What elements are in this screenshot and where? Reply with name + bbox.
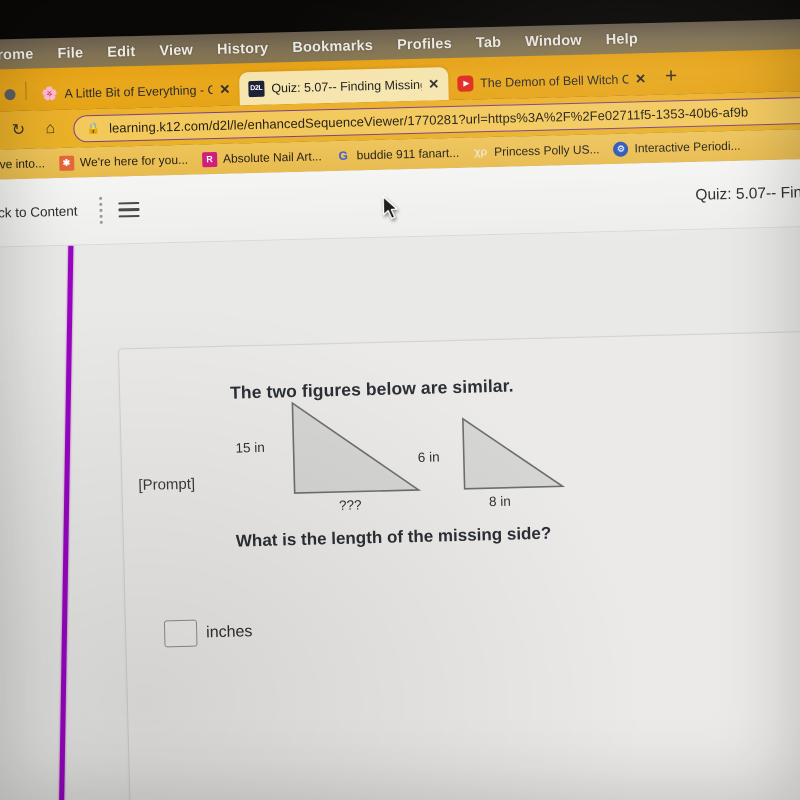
youtube-icon — [456, 74, 474, 92]
browser-tab-quiz-active[interactable]: D2L Quiz: 5.07-- Finding Missing D ✕ — [238, 67, 449, 106]
bookmark-label: buddie 911 fanart... — [356, 145, 460, 163]
back-icon[interactable]: ‹ — [0, 115, 2, 146]
tab-divider — [25, 81, 27, 100]
back-to-content-link[interactable]: Back to Content — [0, 203, 78, 220]
prompt-label: [Prompt] — [138, 475, 196, 495]
large-triangle-base-label: ??? — [338, 497, 362, 513]
profile-avatar-icon[interactable] — [4, 89, 16, 101]
hamburger-icon[interactable] — [118, 201, 140, 218]
menu-item-edit[interactable]: Edit — [107, 44, 136, 61]
bookmark-princess-polly-us[interactable]: χρ Princess Polly US... — [473, 142, 600, 160]
menu-item-tab[interactable]: Tab — [476, 35, 502, 52]
url-text: learning.k12.com/d2l/le/enhancedSequence… — [108, 103, 749, 136]
small-triangle-shape — [462, 417, 566, 490]
bookmark-buddie-911-fanart[interactable]: G buddie 911 fanart... — [336, 145, 460, 163]
answer-row: inches — [163, 618, 253, 648]
page-title: Quiz: 5.07-- Finding Missing Dimensio — [695, 180, 800, 204]
answer-unit-label: inches — [205, 622, 253, 641]
lock-icon: 🔒 — [86, 122, 101, 135]
close-icon[interactable]: ✕ — [428, 76, 439, 91]
photographed-laptop-screen: Chrome File Edit View History Bookmarks … — [0, 0, 800, 800]
triangles-diagram — [291, 401, 566, 494]
app-content-area: The two figures below are similar. [Prom… — [0, 225, 800, 800]
d2l-icon: D2L — [248, 80, 265, 97]
large-triangle-height-label: 15 in — [235, 439, 265, 456]
menu-item-chrome[interactable]: Chrome — [0, 47, 34, 64]
bookmark-label: Interactive Periodi... — [634, 138, 741, 156]
bookmark-were-here-for-you[interactable]: ✱ We're here for you... — [58, 152, 189, 171]
small-triangle-height-label: 6 in — [417, 449, 440, 465]
bookmark-label: Absolute Nail Art... — [222, 149, 322, 166]
home-icon[interactable]: ⌂ — [35, 114, 66, 145]
close-icon[interactable]: ✕ — [219, 82, 230, 97]
menu-item-window[interactable]: Window — [525, 33, 582, 50]
periodic-table-icon: ⚙ — [613, 141, 629, 157]
menu-item-help[interactable]: Help — [606, 31, 639, 48]
dotted-divider-icon — [99, 196, 103, 224]
question-card: The two figures below are similar. [Prom… — [117, 329, 800, 800]
menu-item-file[interactable]: File — [57, 45, 83, 62]
close-icon[interactable]: ✕ — [635, 71, 646, 86]
bookmark-label: Princess Polly US... — [494, 142, 600, 159]
bookmark-absolute-nail-art[interactable]: R Absolute Nail Art... — [201, 149, 322, 167]
menu-item-bookmarks[interactable]: Bookmarks — [292, 38, 373, 56]
asterisk-icon: ✱ — [58, 155, 75, 171]
mouse-cursor — [382, 196, 398, 220]
reload-icon[interactable]: ↻ — [3, 115, 34, 146]
small-triangle-base-label: 8 in — [488, 493, 511, 510]
learning-app: Back to Content Quiz: 5.07-- Finding Mis… — [0, 157, 800, 800]
r-icon: R — [201, 151, 218, 167]
large-triangle-shape — [291, 401, 422, 494]
window-controls — [0, 89, 26, 112]
bookmark-label: We're here for you... — [79, 152, 189, 170]
menu-item-profiles[interactable]: Profiles — [397, 36, 452, 53]
crafty-icon: 🌸 — [41, 85, 58, 102]
question-text: What is the length of the missing side? — [235, 523, 552, 551]
princess-polly-icon: χρ — [473, 146, 488, 159]
tab-title: Quiz: 5.07-- Finding Missing D — [271, 77, 422, 96]
accent-line — [58, 245, 74, 800]
browser-tab-demon-of-bell-witch-cave[interactable]: The Demon of Bell Witch Cave ✕ — [448, 62, 656, 100]
screen-photo: Chrome File Edit View History Bookmarks … — [0, 0, 800, 800]
answer-input[interactable] — [163, 619, 198, 648]
tab-title: A Little Bit of Everything - Chap — [64, 82, 213, 101]
google-icon: G — [338, 148, 349, 163]
menu-item-view[interactable]: View — [159, 43, 193, 60]
bookmark-label: ddit - Dive into... — [0, 156, 46, 172]
figures-container: 15 in ??? 6 in 8 in — [230, 386, 673, 527]
menu-item-history[interactable]: History — [217, 41, 269, 58]
tab-title: The Demon of Bell Witch Cave — [479, 72, 629, 90]
new-tab-button[interactable]: + — [665, 64, 678, 87]
bookmark-reddit[interactable]: ddit - Dive into... — [0, 156, 45, 172]
browser-tab-a-little-bit-of-everything[interactable]: 🌸 A Little Bit of Everything - Chap ✕ — [32, 72, 240, 110]
bookmark-interactive-periodic-table[interactable]: ⚙ Interactive Periodi... — [613, 138, 741, 157]
